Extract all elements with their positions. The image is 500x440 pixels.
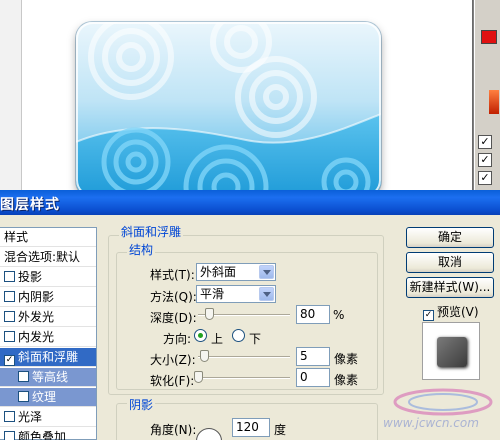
preview-label: 预览(V) — [437, 305, 479, 319]
angle-unit: 度 — [274, 423, 287, 437]
soften-unit: 像素 — [334, 373, 359, 387]
soften-slider-thumb[interactable] — [194, 371, 203, 383]
chevron-down-icon[interactable] — [259, 265, 274, 279]
bevel-emboss-checkbox[interactable]: ✓ — [4, 355, 15, 366]
styles-list-header[interactable]: 样式 — [0, 228, 96, 247]
dialog-titlebar[interactable]: 图层样式 — [0, 190, 500, 215]
angle-input[interactable]: 120 — [232, 418, 270, 437]
technique-label: 方法(Q): — [150, 290, 197, 304]
satin-checkbox[interactable] — [4, 411, 15, 422]
size-slider-thumb[interactable] — [200, 350, 209, 362]
styles-list: 样式 混合选项:默认 投影 内阴影 外发光 内发光 ✓ 斜面和浮雕 等高线 纹理 … — [0, 227, 97, 440]
soften-slider[interactable] — [194, 371, 290, 385]
color-ramp-icon — [489, 90, 499, 114]
artwork-graphic — [76, 22, 381, 197]
list-item-blending-options[interactable]: 混合选项:默认 — [0, 248, 96, 267]
angle-label: 角度(N): — [150, 423, 197, 437]
layer-style-dialog: 图层样式 样式 混合选项:默认 投影 内阴影 外发光 内发光 ✓ 斜面和浮雕 等高… — [0, 190, 500, 440]
direction-up-radio[interactable] — [194, 329, 207, 342]
shading-group-title: 阴影 — [127, 396, 156, 413]
artwork-image — [76, 22, 381, 197]
color-overlay-checkbox[interactable] — [4, 431, 15, 440]
depth-slider-thumb[interactable] — [205, 308, 214, 320]
contour-checkbox[interactable] — [18, 371, 29, 382]
list-item-drop-shadow[interactable]: 投影 — [0, 268, 96, 287]
soften-label: 软化(F): — [150, 374, 195, 388]
style-preview — [422, 322, 480, 380]
size-label: 大小(Z): — [150, 353, 196, 367]
structure-group-title: 结构 — [127, 241, 156, 258]
soften-input[interactable]: 0 — [296, 368, 330, 387]
texture-checkbox[interactable] — [18, 391, 29, 402]
depth-unit: % — [333, 308, 345, 322]
layers-panel-edge: ✓ ✓ ✓ — [474, 0, 500, 190]
list-item-inner-glow[interactable]: 内发光 — [0, 328, 96, 347]
size-input[interactable]: 5 — [296, 347, 330, 366]
bevel-style-select[interactable]: 外斜面 — [196, 263, 276, 281]
technique-select[interactable]: 平滑 — [196, 285, 276, 303]
layer-visibility-checkbox[interactable]: ✓ — [478, 135, 492, 149]
drop-shadow-checkbox[interactable] — [4, 271, 15, 282]
size-unit: 像素 — [334, 352, 359, 366]
list-item-contour[interactable]: 等高线 — [0, 368, 96, 387]
layer-visibility-checkbox[interactable]: ✓ — [478, 171, 492, 185]
dialog-title: 图层样式 — [0, 197, 60, 213]
cancel-button[interactable]: 取消 — [406, 252, 494, 273]
document-canvas[interactable] — [0, 0, 473, 197]
bevel-emboss-group-title: 斜面和浮雕 — [119, 223, 184, 240]
depth-slider[interactable] — [198, 308, 290, 322]
preview-checkbox[interactable]: ✓ — [423, 310, 434, 321]
size-slider[interactable] — [198, 350, 290, 364]
inner-glow-checkbox[interactable] — [4, 331, 15, 342]
inner-shadow-checkbox[interactable] — [4, 291, 15, 302]
direction-down-radio[interactable] — [232, 329, 245, 342]
layer-visibility-checkbox[interactable]: ✓ — [478, 153, 492, 167]
preview-swatch — [437, 337, 467, 367]
list-item-texture[interactable]: 纹理 — [0, 388, 96, 407]
direction-down-label: 下 — [249, 332, 262, 346]
depth-input[interactable]: 80 — [296, 305, 330, 324]
ok-button[interactable]: 确定 — [406, 227, 494, 248]
direction-label: 方向: — [163, 332, 192, 346]
direction-up-label: 上 — [211, 332, 224, 346]
new-style-button[interactable]: 新建样式(W)... — [406, 277, 494, 298]
foreground-color-swatch[interactable] — [481, 30, 497, 44]
list-item-color-overlay[interactable]: 颜色叠加 — [0, 428, 96, 440]
chevron-down-icon[interactable] — [259, 287, 274, 301]
list-item-satin[interactable]: 光泽 — [0, 408, 96, 427]
outer-glow-checkbox[interactable] — [4, 311, 15, 322]
style-label: 样式(T): — [150, 268, 195, 282]
preview-toggle[interactable]: ✓ 预览(V) — [423, 303, 479, 321]
list-item-bevel-emboss[interactable]: ✓ 斜面和浮雕 — [0, 348, 96, 367]
depth-label: 深度(D): — [150, 311, 197, 325]
list-item-outer-glow[interactable]: 外发光 — [0, 308, 96, 327]
list-item-inner-shadow[interactable]: 内阴影 — [0, 288, 96, 307]
canvas-margin — [0, 0, 22, 190]
